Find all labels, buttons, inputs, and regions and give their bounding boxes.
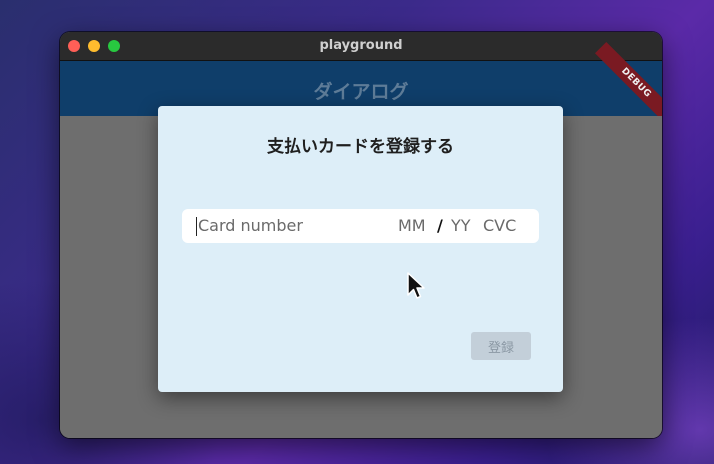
text-caret <box>196 217 197 236</box>
register-button[interactable]: 登録 <box>471 332 531 360</box>
app-window: playground ダイアログ DEBUG 支払いカードを登録する Card … <box>60 32 662 438</box>
app-bar-title: ダイアログ <box>313 81 409 103</box>
card-number-input[interactable]: Card number <box>198 216 303 235</box>
dialog-title: 支払いカードを登録する <box>267 137 454 157</box>
register-card-dialog: 支払いカードを登録する Card number MM / YY CVC 登録 <box>158 106 563 392</box>
expiry-year-input[interactable]: YY <box>451 216 471 235</box>
mouse-pointer-icon <box>407 272 425 299</box>
cvc-input[interactable]: CVC <box>483 216 516 235</box>
window-title: playground <box>319 38 403 53</box>
expiry-month-input[interactable]: MM <box>398 216 426 235</box>
title-bar[interactable]: playground <box>60 32 662 61</box>
expiry-separator: / <box>437 216 443 235</box>
card-input-field[interactable]: Card number MM / YY CVC <box>182 209 539 243</box>
